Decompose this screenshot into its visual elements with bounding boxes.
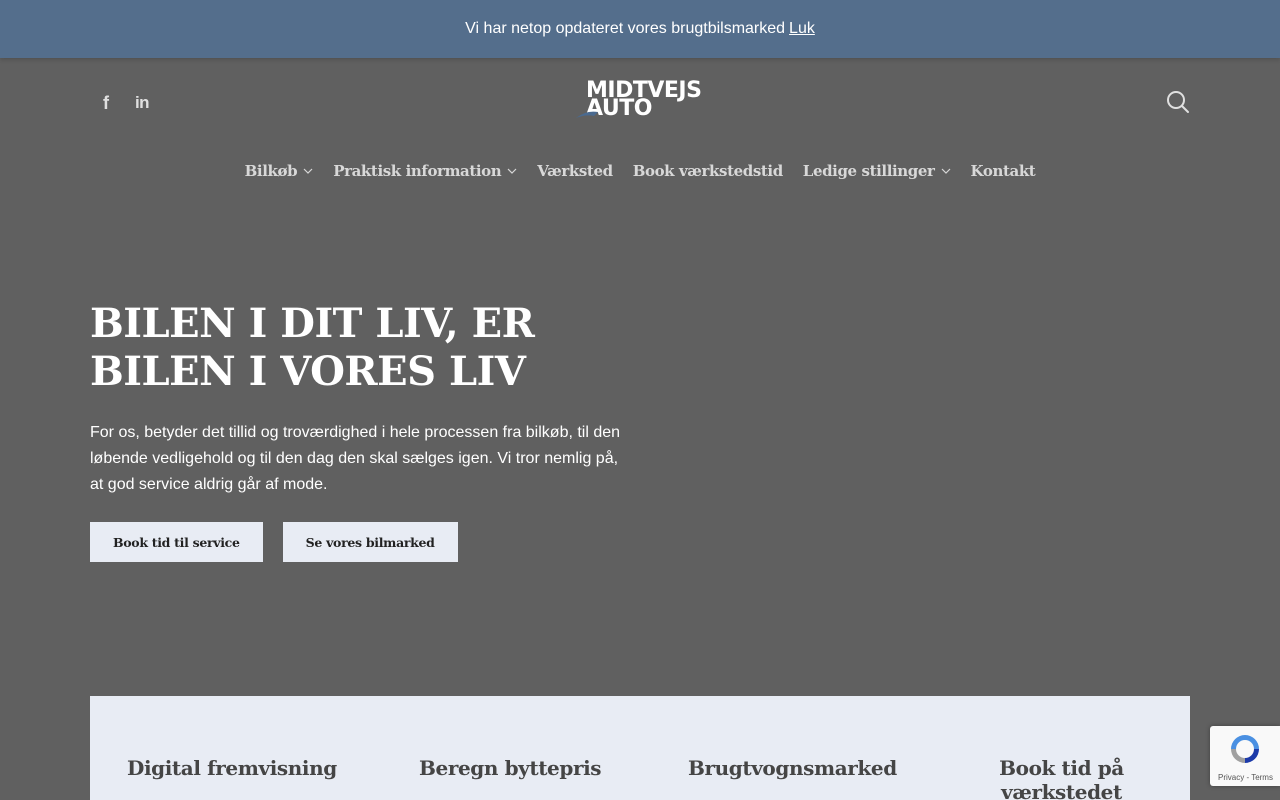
- nav-label: Book værkstedstid: [632, 162, 784, 180]
- chevron-down-icon: [303, 168, 313, 174]
- service-beregn-byttepris[interactable]: Beregn byttepris: [419, 756, 602, 780]
- main-nav: Bilkøb Praktisk information Værksted Boo…: [0, 158, 1280, 184]
- recaptcha-badge[interactable]: Privacy - Terms: [1210, 726, 1280, 786]
- search-icon[interactable]: [1166, 90, 1190, 114]
- nav-item-praktisk[interactable]: Praktisk information: [333, 158, 517, 184]
- linkedin-icon[interactable]: in: [132, 92, 152, 114]
- announcement-bar: Vi har netop opdateret vores brugtbilsma…: [0, 0, 1280, 58]
- hero-body: For os, betyder det tillid og troværdigh…: [90, 424, 621, 493]
- nav-item-stillinger[interactable]: Ledige stillinger: [803, 158, 951, 184]
- service-brugtvognsmarked[interactable]: Brugtvognsmarked: [688, 756, 897, 780]
- recaptcha-links[interactable]: Privacy - Terms: [1218, 773, 1273, 782]
- announcement-close-link[interactable]: Luk: [789, 20, 815, 38]
- hero-section: BILEN I DIT LIV, ER BILEN I VORES LIV Fo…: [90, 300, 650, 562]
- nav-item-bilkob[interactable]: Bilkøb: [245, 158, 314, 184]
- announcement-text: Vi har netop opdateret vores brugtbilsma…: [465, 20, 786, 37]
- site-logo[interactable]: MIDTVEJS AUTO: [576, 78, 711, 124]
- car-market-button[interactable]: Se vores bilmarked: [282, 522, 458, 562]
- hero-title: BILEN I DIT LIV, ER BILEN I VORES LIV: [90, 300, 535, 395]
- social-links: f in: [96, 92, 152, 114]
- nav-item-kontakt[interactable]: Kontakt: [971, 158, 1036, 184]
- nav-label: Kontakt: [970, 162, 1036, 180]
- chevron-down-icon: [941, 168, 950, 174]
- nav-label: Praktisk information: [333, 162, 502, 180]
- nav-item-book[interactable]: Book værkstedstid: [632, 158, 784, 184]
- recaptcha-icon: [1231, 735, 1259, 763]
- facebook-icon[interactable]: f: [96, 92, 116, 114]
- book-service-button[interactable]: Book tid til service: [90, 522, 263, 562]
- nav-item-vaerksted[interactable]: Værksted: [537, 158, 613, 184]
- nav-label: Ledige stillinger: [802, 162, 935, 180]
- services-panel: Digital fremvisning Beregn byttepris Bru…: [90, 696, 1190, 800]
- logo-swoosh-icon: [576, 111, 598, 118]
- service-digital-fremvisning[interactable]: Digital fremvisning: [127, 756, 337, 780]
- hero-buttons: Book tid til service Se vores bilmarked: [90, 522, 650, 562]
- nav-label: Bilkøb: [244, 162, 298, 180]
- service-book-tid[interactable]: Book tid på værkstedet: [994, 756, 1129, 800]
- chevron-down-icon: [507, 168, 517, 174]
- nav-label: Værksted: [537, 162, 613, 180]
